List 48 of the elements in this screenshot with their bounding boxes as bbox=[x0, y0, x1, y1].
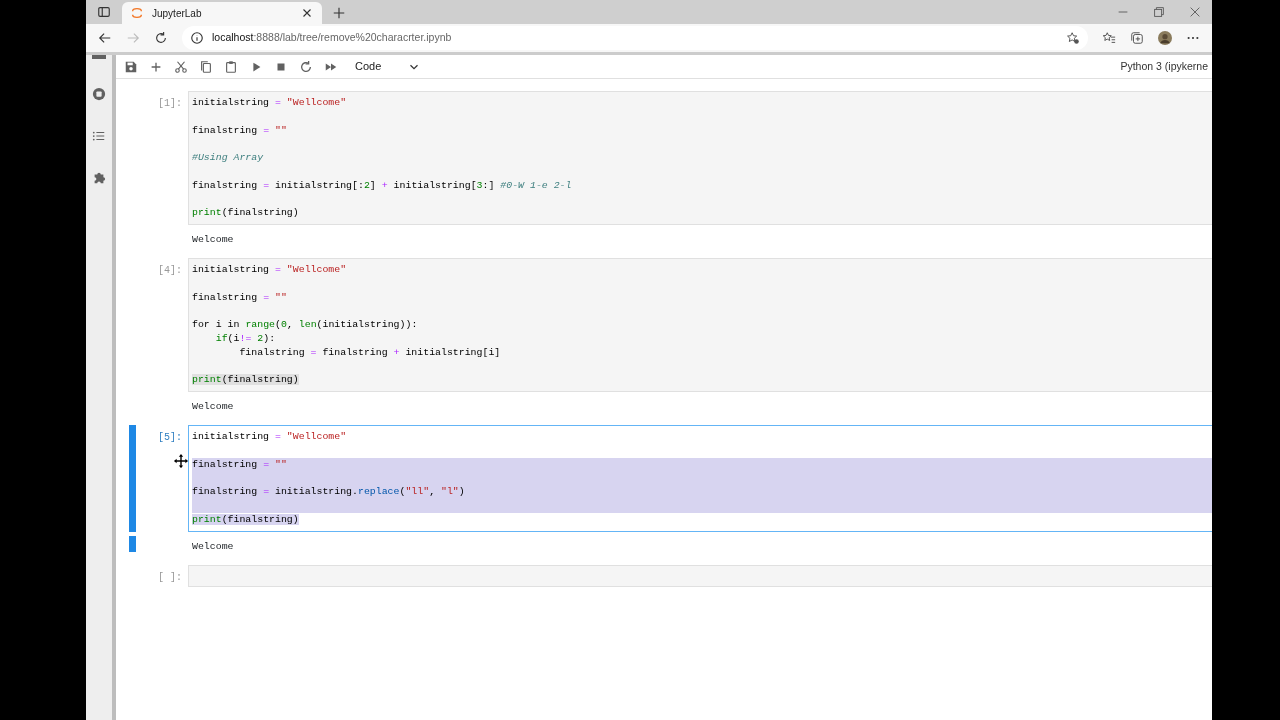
move-cursor-icon bbox=[174, 454, 188, 469]
code-line: finalstring = "" bbox=[192, 123, 288, 138]
active-output-bar bbox=[129, 535, 136, 552]
code-line: initialstring = "Wellcome" bbox=[192, 263, 348, 278]
code-line: print(finalstring) bbox=[192, 206, 300, 221]
tab-actions-icon bbox=[97, 5, 111, 19]
code-cell-editor[interactable]: initialstring = "Wellcome" finalstring = "" #Using Array finalstring = initialstring[:2] + initialstring[3:] #0-W 1-e 2-l print(finalstring) bbox=[188, 91, 1212, 226]
stop-circle-icon[interactable] bbox=[92, 87, 106, 101]
tab-title: JupyterLab bbox=[152, 6, 203, 21]
code-cell-editor[interactable] bbox=[188, 564, 1212, 587]
code-line: if(i!= 2): bbox=[214, 332, 277, 346]
code-line: initialstring = "Wellcome" bbox=[192, 430, 348, 445]
collections-icon[interactable] bbox=[1130, 31, 1144, 45]
cell-output: Welcome bbox=[191, 233, 234, 248]
list-icon[interactable] bbox=[92, 129, 106, 143]
reload-icon[interactable] bbox=[154, 31, 168, 45]
avatar-icon[interactable] bbox=[1158, 31, 1172, 45]
url-text: localhost:8888/lab/tree/remove%20characrter.ipynb bbox=[212, 30, 452, 46]
back-icon[interactable] bbox=[98, 31, 112, 45]
code-line: #Using Array bbox=[192, 151, 265, 166]
address-bar[interactable]: localhost:8888/lab/tree/remove%20characrter.ipynb bbox=[182, 26, 1088, 50]
restore-icon[interactable] bbox=[1152, 5, 1166, 19]
new-tab-icon[interactable] bbox=[332, 6, 346, 20]
jupyter-logo-icon bbox=[130, 6, 144, 20]
info-icon bbox=[190, 31, 204, 45]
code-line: finalstring = initialstring[:2] + initialstring[3:] #0-W 1-e 2-l bbox=[192, 178, 573, 193]
paste-icon[interactable] bbox=[224, 59, 238, 74]
execution-count: [4]: bbox=[158, 265, 182, 277]
code-line: finalstring = "" bbox=[192, 290, 288, 305]
cell-type-dropdown[interactable]: Code bbox=[355, 58, 422, 75]
save-icon[interactable] bbox=[124, 59, 138, 74]
code-line: for i in range(0, len(initialstring)): bbox=[192, 318, 419, 332]
execution-count: [5]: bbox=[158, 432, 182, 444]
code-line: finalstring = finalstring + initialstring[i] bbox=[238, 345, 502, 360]
execution-count: [1]: bbox=[158, 98, 182, 109]
code-cell-editor[interactable]: initialstring = "Wellcome" finalstring = "" for i in range(0, len(initialstring)): if(i!= 2): finalstring = finalstring + initialstring[i] print(finalstring) bbox=[188, 258, 1212, 393]
restart-icon[interactable] bbox=[299, 59, 313, 74]
puzzle-icon[interactable] bbox=[92, 171, 106, 185]
cell-output: Welcome bbox=[191, 400, 234, 415]
code-line: initialstring = "Wellcome" bbox=[192, 96, 348, 110]
cell-output: Welcome bbox=[191, 539, 234, 554]
favorites-icon[interactable] bbox=[1102, 31, 1116, 45]
cut-icon[interactable] bbox=[174, 59, 188, 74]
kernel-name[interactable]: Python 3 (ipykerne bbox=[1120, 58, 1208, 75]
execution-count: [ ]: bbox=[158, 571, 182, 583]
add-favorite-icon[interactable] bbox=[1066, 31, 1080, 45]
browser-tab[interactable]: JupyterLab bbox=[122, 2, 322, 24]
copy-icon[interactable] bbox=[199, 59, 213, 74]
